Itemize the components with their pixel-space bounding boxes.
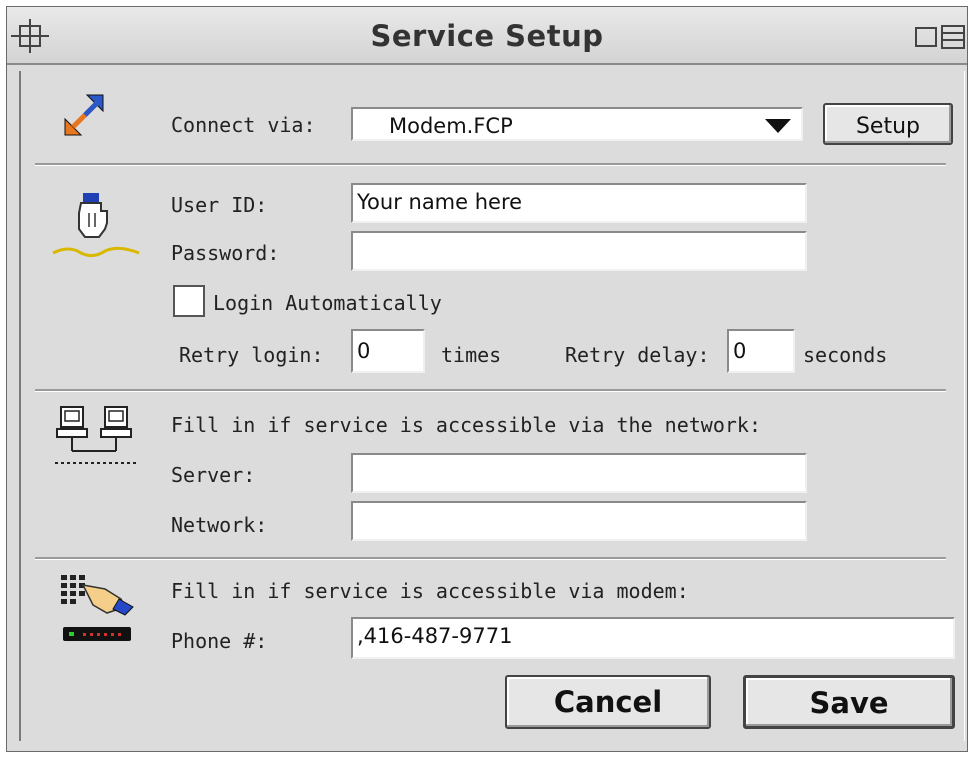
server-label: Server:	[171, 463, 256, 487]
title-bar[interactable]: Service Setup	[7, 7, 967, 65]
seconds-label: seconds	[803, 343, 888, 367]
phone-field[interactable]: ,416-487-9771	[351, 617, 955, 659]
chevron-down-icon	[765, 119, 791, 133]
connect-via-selected-value: Modem.FCP	[389, 114, 513, 138]
setup-button[interactable]: Setup	[823, 103, 953, 145]
connect-via-label: Connect via:	[171, 113, 316, 137]
times-label: times	[441, 343, 502, 367]
collapse-box-icon[interactable]	[941, 25, 965, 49]
connection-arrows-icon	[64, 94, 104, 136]
service-setup-window: Service Setup Connect via: Modem.FCP Set…	[6, 6, 968, 752]
user-id-label: User ID:	[171, 193, 268, 217]
modem-note: Fill in if service is accessible via mod…	[171, 579, 689, 603]
retry-delay-field[interactable]: 0	[727, 329, 795, 373]
retry-delay-label: Retry delay:	[565, 343, 710, 367]
phone-label: Phone #:	[171, 629, 268, 653]
window-title: Service Setup	[370, 19, 604, 53]
connect-via-select[interactable]: Modem.FCP	[351, 107, 803, 141]
modem-keypad-icon	[61, 575, 134, 641]
hand-pointer-icon	[52, 193, 140, 258]
login-automatically-checkbox[interactable]	[173, 285, 205, 317]
password-label: Password:	[171, 241, 280, 265]
dialog-content: Connect via: Modem.FCP Setup User ID: Yo…	[19, 71, 965, 741]
save-button[interactable]: Save	[743, 675, 955, 729]
password-field[interactable]	[351, 231, 807, 271]
network-field[interactable]	[351, 501, 807, 541]
server-field[interactable]	[351, 453, 807, 493]
section-divider	[35, 557, 946, 560]
networked-computers-icon	[55, 406, 139, 464]
section-divider	[35, 389, 946, 392]
network-label: Network:	[171, 513, 268, 537]
section-divider	[35, 163, 946, 166]
network-note: Fill in if service is accessible via the…	[171, 413, 762, 437]
retry-login-label: Retry login:	[179, 343, 324, 367]
zoom-box-icon[interactable]	[915, 27, 937, 47]
cancel-button[interactable]: Cancel	[505, 675, 711, 729]
retry-login-field[interactable]: 0	[351, 329, 425, 373]
login-automatically-label: Login Automatically	[213, 291, 442, 315]
user-id-field[interactable]: Your name here	[351, 183, 807, 223]
